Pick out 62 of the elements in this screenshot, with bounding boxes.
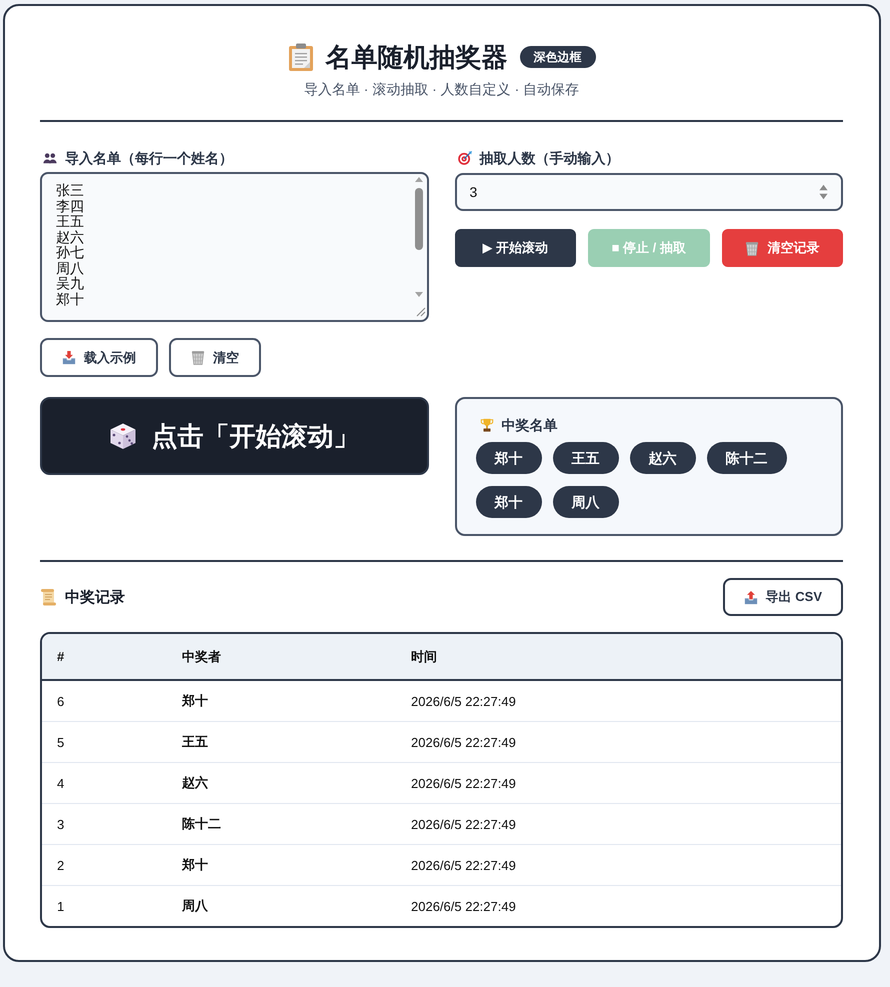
- scrollbar[interactable]: [414, 177, 424, 297]
- name-line: 郑十: [56, 292, 84, 307]
- winner-tag: 陈十二: [706, 442, 786, 474]
- name-line: 张三: [56, 183, 84, 198]
- name-line: 李四: [56, 198, 84, 214]
- column-header: #: [42, 634, 167, 680]
- table-cell: 2026/6/5 22:27:49: [396, 844, 841, 886]
- name-line: 王五: [56, 214, 84, 230]
- scroll-icon: [40, 588, 56, 606]
- section-label: 抽取人数（手动输入）: [480, 149, 620, 168]
- export-csv-button[interactable]: 导出 CSV: [722, 578, 843, 616]
- table-cell: 2026/6/5 22:27:49: [396, 804, 841, 844]
- start-button[interactable]: ▶ 开始滚动: [454, 229, 576, 267]
- table-cell: 郑十: [167, 680, 396, 722]
- table-cell: 5: [42, 722, 167, 762]
- count-input[interactable]: 3: [454, 173, 843, 211]
- section-label: 导入名单（每行一个姓名）: [65, 149, 233, 168]
- people-icon: [43, 151, 57, 165]
- clipboard-icon: [288, 43, 314, 71]
- table-cell: 郑十: [167, 844, 396, 886]
- table-cell: 4: [42, 762, 167, 804]
- table-cell: 1: [42, 886, 167, 926]
- target-icon: [458, 151, 472, 165]
- stepper-icon[interactable]: [819, 183, 828, 201]
- display-text: 点击「开始滚动」: [151, 420, 360, 452]
- names-textarea[interactable]: 张三 李四 王五 赵六 孙七 周八 吴九 郑十: [40, 172, 428, 322]
- subtitle: 导入名单 · 滚动抽取 · 人数自定义 · 自动保存: [304, 80, 580, 99]
- winner-tag: 王五: [552, 442, 618, 474]
- table-cell: 2026/6/5 22:27:49: [396, 886, 841, 926]
- name-line: 吴九: [56, 276, 84, 292]
- table-cell: 周八: [167, 886, 396, 926]
- download-tray-icon: [62, 350, 76, 365]
- table-cell: 2026/6/5 22:27:49: [396, 762, 841, 804]
- table-cell: 3: [42, 804, 167, 844]
- records-title: 中奖记录: [65, 588, 125, 606]
- trash-icon: [191, 350, 205, 365]
- name-line: 赵六: [56, 230, 84, 245]
- upload-tray-icon: [744, 590, 758, 604]
- dice-icon: [109, 422, 138, 450]
- column-header: 中奖者: [167, 634, 396, 680]
- app-title: 名单随机抽奖器: [326, 41, 508, 74]
- load-example-button[interactable]: 载入示例: [40, 338, 158, 377]
- trophy-icon: [480, 418, 494, 432]
- table-cell: 2: [42, 844, 167, 886]
- table-cell: 陈十二: [167, 804, 396, 844]
- winner-tag: 郑十: [476, 442, 542, 474]
- table-cell: 2026/6/5 22:27:49: [396, 680, 841, 722]
- table-cell: 6: [42, 680, 167, 722]
- winner-tag: 赵六: [630, 442, 696, 474]
- table-cell: 赵六: [167, 762, 396, 804]
- table-cell: 2026/6/5 22:27:49: [396, 722, 841, 762]
- title-badge: 深色边框: [520, 46, 596, 68]
- winner-tag: 周八: [552, 486, 618, 518]
- clear-list-button[interactable]: 清空: [169, 338, 261, 377]
- name-line: 孙七: [56, 245, 84, 260]
- winner-tag: 郑十: [476, 486, 542, 518]
- winners-title: 中奖名单: [502, 416, 558, 435]
- clear-records-button[interactable]: 清空记录: [722, 229, 843, 267]
- table-cell: 王五: [167, 722, 396, 762]
- trash-icon: [745, 240, 760, 256]
- name-line: 周八: [56, 260, 84, 276]
- column-header: 时间: [396, 634, 841, 680]
